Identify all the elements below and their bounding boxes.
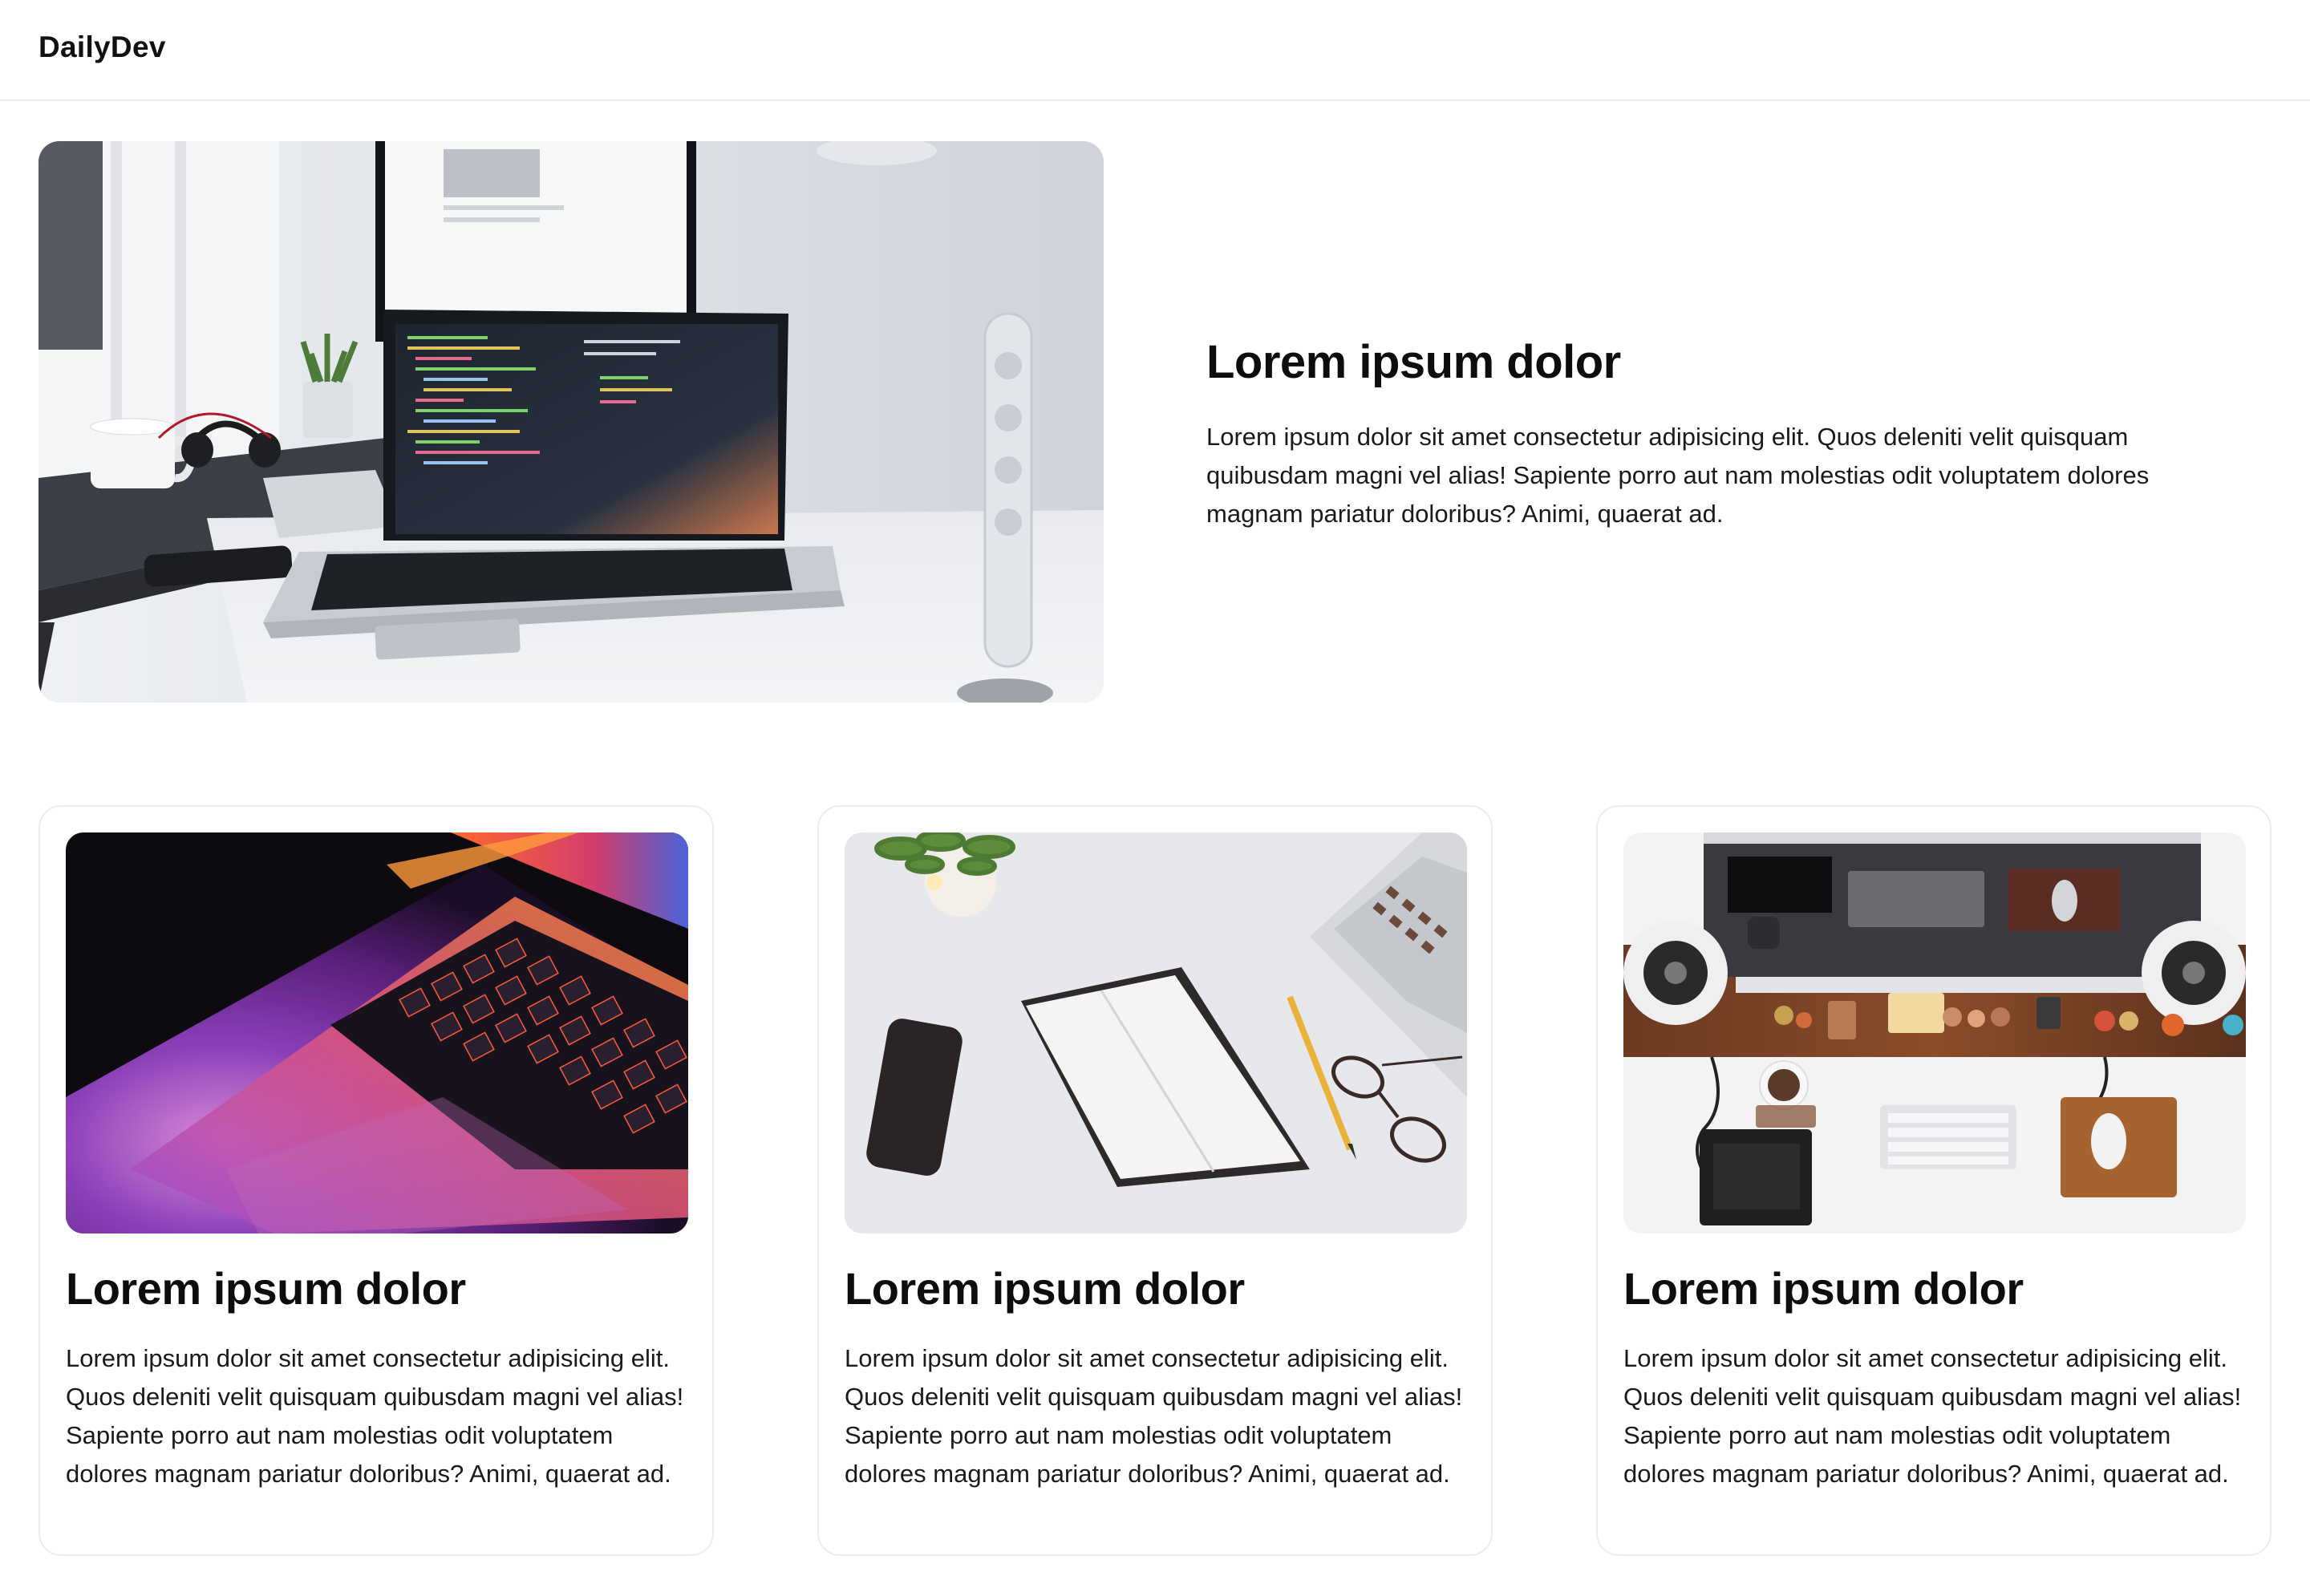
hero-image <box>38 141 1104 703</box>
navbar: DailyDev <box>0 0 2310 101</box>
brand-logo-link[interactable]: DailyDev <box>38 30 166 64</box>
hero-description: Lorem ipsum dolor sit amet consectetur a… <box>1206 423 2150 528</box>
card-3-title: Lorem ipsum dolor <box>1623 1263 2024 1314</box>
hero-text: Lorem ipsum dolor Lorem ipsum dolor sit … <box>1206 335 2249 533</box>
card-2-title: Lorem ipsum dolor <box>845 1263 1245 1314</box>
card-2-image <box>845 832 1467 1233</box>
card-3-description: Lorem ipsum dolor sit amet consectetur a… <box>1623 1344 2242 1488</box>
card-2[interactable]: Lorem ipsum dolor Lorem ipsum dolor sit … <box>817 805 1493 1556</box>
card-1-image <box>66 832 688 1233</box>
card-3-image <box>1623 832 2246 1233</box>
card-2-description: Lorem ipsum dolor sit amet consectetur a… <box>845 1344 1463 1488</box>
hero-title: Lorem ipsum dolor <box>1206 336 1621 388</box>
card-3[interactable]: Lorem ipsum dolor Lorem ipsum dolor sit … <box>1596 805 2272 1556</box>
card-1-description: Lorem ipsum dolor sit amet consectetur a… <box>66 1344 684 1488</box>
card-1-title: Lorem ipsum dolor <box>66 1263 466 1314</box>
card-1[interactable]: Lorem ipsum dolor Lorem ipsum dolor sit … <box>38 805 714 1556</box>
